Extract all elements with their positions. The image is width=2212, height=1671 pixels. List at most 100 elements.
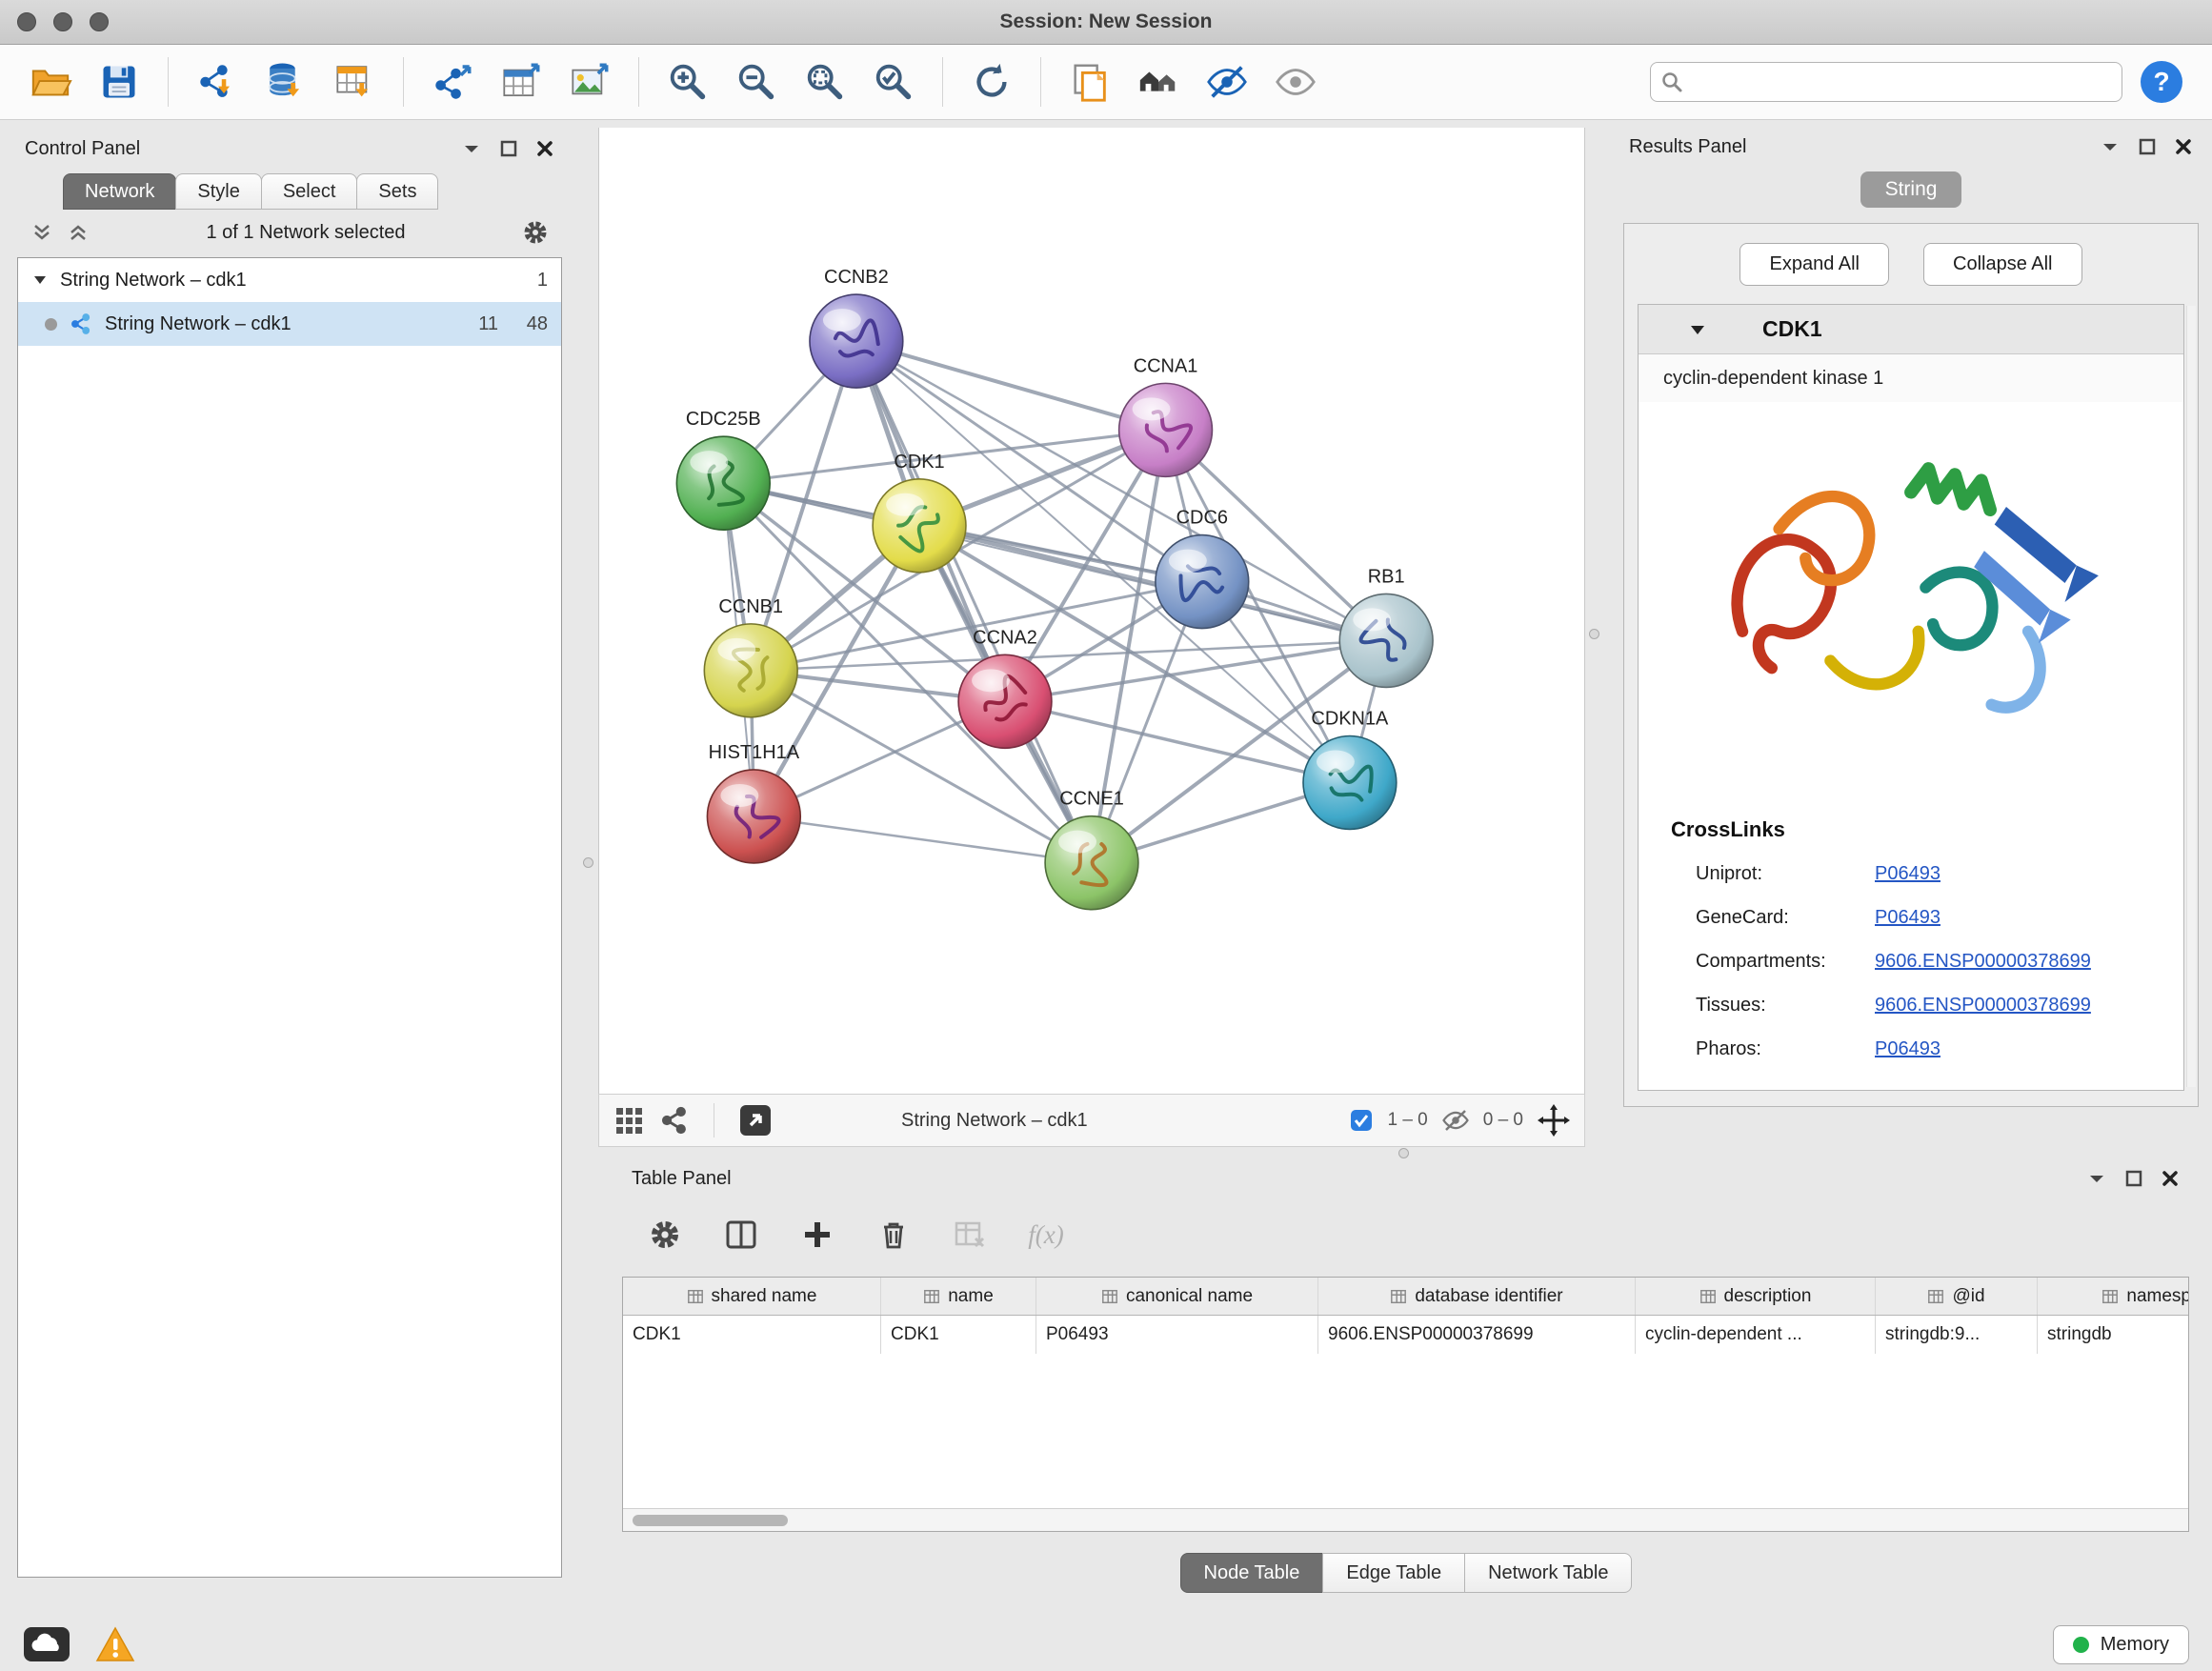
crosslink-link[interactable]: 9606.ENSP00000378699	[1875, 951, 2091, 973]
show-columns-button[interactable]	[715, 1209, 767, 1260]
refresh-layout-button[interactable]	[962, 52, 1021, 111]
cloud-status-icon[interactable]	[23, 1626, 70, 1662]
tab-sets[interactable]: Sets	[356, 173, 438, 210]
panel-float-icon[interactable]	[2138, 137, 2157, 156]
column-header[interactable]: canonical name	[1036, 1278, 1318, 1315]
network-node-CCNE1[interactable]: CCNE1	[1045, 789, 1138, 910]
column-header[interactable]: database identifier	[1318, 1278, 1636, 1315]
crosslink-link[interactable]: P06493	[1875, 1038, 1941, 1060]
network-node-CCNA1[interactable]: CCNA1	[1119, 355, 1213, 476]
table-settings-button[interactable]	[639, 1209, 691, 1260]
left-splitter-handle[interactable]	[583, 857, 593, 868]
crosslink-link[interactable]: P06493	[1875, 863, 1941, 885]
crosslink-link[interactable]: 9606.ENSP00000378699	[1875, 995, 2091, 1017]
collapse-all-icon[interactable]	[30, 221, 53, 244]
table-cell[interactable]: 9606.ENSP00000378699	[1318, 1316, 1636, 1354]
export-table-button[interactable]	[492, 52, 551, 111]
tab-node-table[interactable]: Node Table	[1180, 1553, 1324, 1593]
panel-close-icon[interactable]	[535, 139, 554, 158]
warning-icon[interactable]	[95, 1626, 135, 1662]
create-column-button[interactable]	[792, 1209, 843, 1260]
column-header[interactable]: description	[1636, 1278, 1876, 1315]
column-header[interactable]: @id	[1876, 1278, 2038, 1315]
collapse-all-button[interactable]: Collapse All	[1923, 243, 2082, 286]
panel-close-icon[interactable]	[2174, 137, 2193, 156]
search-input[interactable]	[1691, 71, 2112, 93]
tab-network-table[interactable]: Network Table	[1464, 1553, 1632, 1593]
home-button[interactable]	[1129, 52, 1188, 111]
export-network-button[interactable]	[423, 52, 482, 111]
network-edge[interactable]	[751, 582, 1202, 671]
network-collection-row[interactable]: String Network – cdk1 1	[18, 258, 561, 302]
tab-edge-table[interactable]: Edge Table	[1322, 1553, 1465, 1593]
panel-float-icon[interactable]	[2124, 1169, 2143, 1188]
column-header[interactable]: shared name	[623, 1278, 881, 1315]
expand-all-button[interactable]: Expand All	[1739, 243, 1889, 286]
delete-column-button[interactable]	[868, 1209, 919, 1260]
table-row[interactable]: CDK1 CDK1 P06493 9606.ENSP00000378699 cy…	[623, 1316, 2188, 1354]
panel-close-icon[interactable]	[2161, 1169, 2180, 1188]
network-node-RB1[interactable]: RB1	[1339, 566, 1433, 687]
results-scrollbar[interactable]	[2186, 306, 2196, 1087]
birds-eye-view-icon[interactable]	[613, 1104, 645, 1137]
entry-header[interactable]: CDK1	[1639, 305, 2183, 354]
panel-collapse-icon[interactable]	[461, 138, 482, 159]
expand-all-icon[interactable]	[67, 221, 90, 244]
table-cell[interactable]: P06493	[1036, 1316, 1318, 1354]
tab-select[interactable]: Select	[261, 173, 358, 210]
network-edge[interactable]	[751, 341, 856, 671]
panel-collapse-icon[interactable]	[2100, 136, 2121, 157]
network-canvas[interactable]: CCNB2CCNA1CDC25BCDK1CDC6RB1CCNB1CCNA2CDK…	[598, 128, 1585, 1094]
network-node-CDK1[interactable]: CDK1	[873, 452, 966, 573]
tab-style[interactable]: Style	[175, 173, 261, 210]
open-session-button[interactable]	[21, 52, 80, 111]
help-button[interactable]: ?	[2132, 52, 2191, 111]
table-cell[interactable]: CDK1	[881, 1316, 1036, 1354]
entry-expander-icon[interactable]	[1688, 320, 1707, 339]
zoom-selected-button[interactable]	[864, 52, 923, 111]
gear-icon[interactable]	[522, 219, 549, 246]
tab-network[interactable]: Network	[63, 173, 176, 210]
column-header[interactable]: name	[881, 1278, 1036, 1315]
pan-crosshair-icon[interactable]	[1537, 1103, 1571, 1137]
network-node-HIST1H1A[interactable]: HIST1H1A	[707, 742, 800, 863]
zoom-out-button[interactable]	[727, 52, 786, 111]
table-cell[interactable]: CDK1	[623, 1316, 881, 1354]
network-node-CDC6[interactable]: CDC6	[1156, 508, 1249, 629]
network-node-CDKN1A[interactable]: CDKN1A	[1303, 708, 1397, 829]
network-row-selected[interactable]: String Network – cdk1 11 48	[18, 302, 561, 346]
table-cell[interactable]: stringdb	[2038, 1316, 2189, 1354]
network-edge[interactable]	[856, 341, 1166, 430]
scrollbar-thumb[interactable]	[633, 1515, 788, 1526]
column-header[interactable]: namespace	[2038, 1278, 2189, 1315]
import-network-database-button[interactable]	[256, 52, 315, 111]
table-cell[interactable]: stringdb:9...	[1876, 1316, 2038, 1354]
save-session-button[interactable]	[90, 52, 149, 111]
table-horizontal-scrollbar[interactable]	[623, 1508, 2188, 1531]
tree-expander-icon[interactable]	[31, 272, 49, 289]
hide-graphics-details-button[interactable]	[1197, 52, 1257, 111]
panel-collapse-icon[interactable]	[2086, 1168, 2107, 1189]
table-cell[interactable]: cyclin-dependent ...	[1636, 1316, 1876, 1354]
memory-button[interactable]: Memory	[2053, 1625, 2189, 1664]
network-edge[interactable]	[856, 341, 1092, 863]
network-node-CCNB2[interactable]: CCNB2	[810, 267, 903, 388]
crosslink-link[interactable]: P06493	[1875, 907, 1941, 929]
open-in-window-icon[interactable]	[737, 1102, 774, 1138]
import-table-button[interactable]	[325, 52, 384, 111]
network-graph[interactable]: CCNB2CCNA1CDC25BCDK1CDC6RB1CCNB1CCNA2CDK…	[599, 128, 1584, 1094]
export-image-button[interactable]	[560, 52, 619, 111]
import-network-file-button[interactable]	[188, 52, 247, 111]
network-node-CCNB1[interactable]: CCNB1	[704, 596, 797, 717]
share-view-icon[interactable]	[658, 1104, 691, 1137]
duplicate-network-button[interactable]	[1060, 52, 1119, 111]
selected-nodes-checkbox-icon[interactable]	[1349, 1108, 1374, 1133]
zoom-in-button[interactable]	[658, 52, 717, 111]
string-tab[interactable]: String	[1860, 171, 1962, 208]
show-graphics-details-button[interactable]	[1266, 52, 1325, 111]
right-splitter-handle[interactable]	[1589, 629, 1599, 639]
network-node-CDC25B[interactable]: CDC25B	[676, 409, 770, 530]
hidden-eye-slash-icon[interactable]	[1441, 1106, 1470, 1135]
network-edge[interactable]	[754, 816, 1092, 863]
zoom-fit-button[interactable]	[795, 52, 855, 111]
